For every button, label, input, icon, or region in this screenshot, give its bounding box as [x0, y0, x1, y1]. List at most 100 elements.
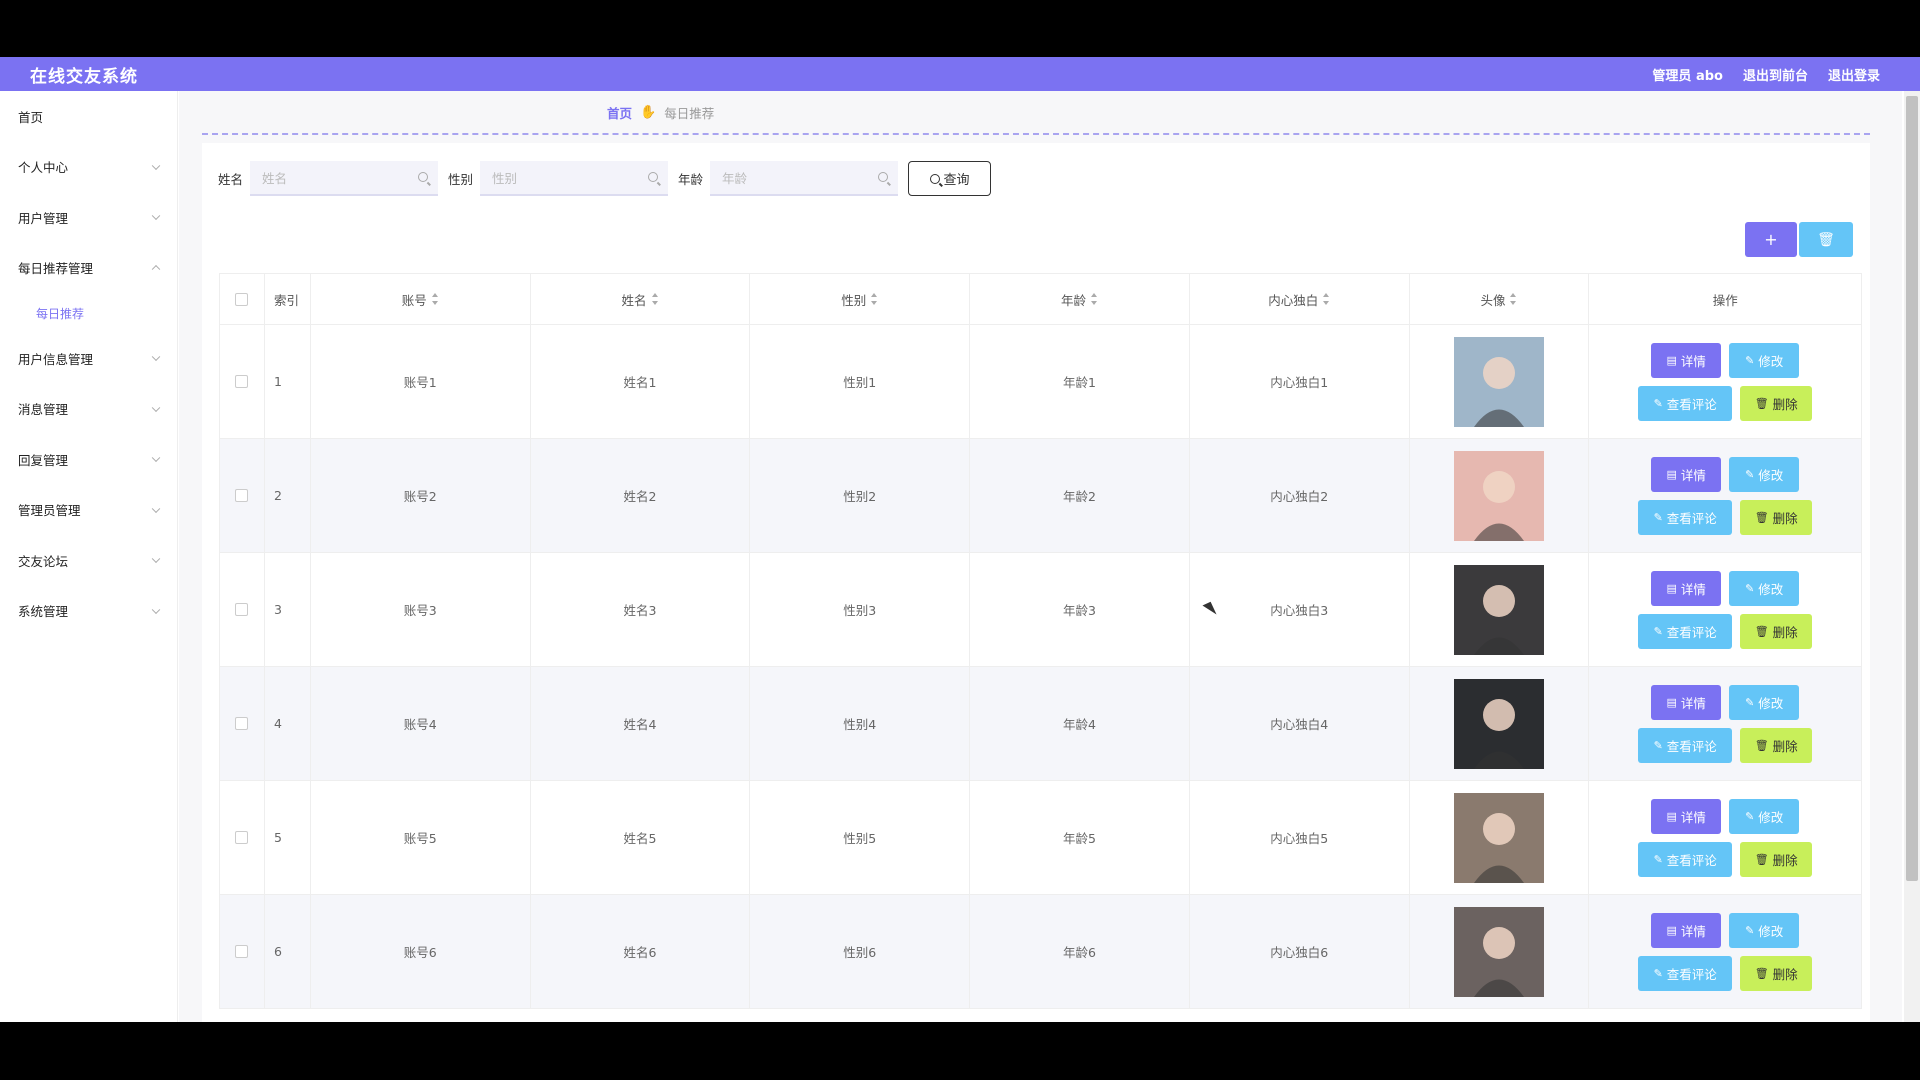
- sort-icon[interactable]: [1510, 293, 1517, 305]
- logout-link[interactable]: 退出登录: [1828, 65, 1880, 84]
- sidebar-item-personal[interactable]: 个人中心: [0, 142, 177, 193]
- header-actions: 操作: [1589, 274, 1861, 324]
- delete-button[interactable]: 🗑 删除: [1740, 499, 1813, 535]
- view-comments-button[interactable]: ✎ 查看评论: [1638, 385, 1733, 421]
- row-actions: ▤ 详情 ✎ 修改 ✎ 查看评论 🗑 删除: [1638, 798, 1813, 877]
- sidebar-item-system[interactable]: 系统管理: [0, 586, 177, 637]
- trash-icon: 🗑: [1754, 396, 1769, 410]
- sort-icon[interactable]: [431, 293, 439, 305]
- edit-button[interactable]: ✎ 修改: [1729, 798, 1800, 834]
- query-button[interactable]: 查询: [908, 161, 992, 196]
- header-account[interactable]: 账号: [311, 274, 531, 324]
- edit-button[interactable]: ✎ 修改: [1729, 570, 1800, 606]
- detail-button[interactable]: ▤ 详情: [1651, 798, 1722, 834]
- breadcrumb-home[interactable]: 首页: [607, 103, 632, 122]
- age-search-input[interactable]: 年龄: [710, 161, 899, 196]
- recommend-table: 索引 账号 姓名 性别 年龄 内心独白 头像 操作 1 账号1 姓名1 性别1 …: [219, 273, 1862, 1009]
- add-button[interactable]: +: [1745, 222, 1797, 257]
- gender-search-input[interactable]: 性别: [480, 161, 669, 196]
- edit-button[interactable]: ✎ 修改: [1729, 456, 1800, 492]
- actions-cell: ▤ 详情 ✎ 修改 ✎ 查看评论 🗑 删除: [1589, 781, 1861, 894]
- sidebar-item-forum[interactable]: 交友论坛: [0, 535, 177, 586]
- avatar[interactable]: [1453, 336, 1544, 427]
- trash-icon: 🗑: [1754, 624, 1769, 638]
- header-avatar[interactable]: 头像: [1410, 274, 1590, 324]
- age-cell: 年龄5: [970, 781, 1190, 894]
- delete-button[interactable]: 🗑 删除: [1740, 385, 1813, 421]
- view-comments-button[interactable]: ✎ 查看评论: [1638, 955, 1733, 991]
- app-screen: 在线交友系统 管理员 abo 退出到前台 退出登录 首页 个人中心 用户管理 每…: [0, 57, 1920, 1022]
- sidebar-item-user-info[interactable]: 用户信息管理: [0, 333, 177, 384]
- sort-icon[interactable]: [651, 293, 659, 305]
- delete-button[interactable]: 🗑 删除: [1740, 613, 1813, 649]
- delete-button[interactable]: 🗑 删除: [1740, 727, 1813, 763]
- sort-icon[interactable]: [1323, 293, 1330, 305]
- delete-button[interactable]: 🗑 删除: [1740, 955, 1813, 991]
- detail-button[interactable]: ▤ 详情: [1651, 570, 1722, 606]
- avatar-photo: [1473, 812, 1524, 883]
- pencil-icon: ✎: [1653, 396, 1663, 410]
- header-age[interactable]: 年龄: [970, 274, 1190, 324]
- row-checkbox[interactable]: [235, 489, 249, 502]
- sidebar-item-replies[interactable]: 回复管理: [0, 434, 177, 485]
- delete-label: 删除: [1772, 852, 1798, 868]
- row-actions: ▤ 详情 ✎ 修改 ✎ 查看评论 🗑 删除: [1638, 684, 1813, 763]
- batch-delete-button[interactable]: 🗑: [1799, 222, 1853, 257]
- view-comments-button[interactable]: ✎ 查看评论: [1638, 613, 1733, 649]
- edit-button[interactable]: ✎ 修改: [1729, 342, 1800, 378]
- edit-label: 修改: [1758, 353, 1784, 369]
- header-gender[interactable]: 性别: [750, 274, 971, 324]
- sidebar-item-label: 每日推荐管理: [18, 261, 94, 277]
- row-checkbox[interactable]: [235, 831, 249, 844]
- row-checkbox[interactable]: [235, 603, 249, 616]
- detail-button[interactable]: ▤ 详情: [1651, 912, 1722, 948]
- age-placeholder: 年龄: [722, 171, 748, 186]
- avatar[interactable]: [1453, 564, 1544, 655]
- sidebar-item-admins[interactable]: 管理员管理: [0, 485, 177, 536]
- avatar[interactable]: [1453, 678, 1544, 769]
- view-comments-button[interactable]: ✎ 查看评论: [1638, 841, 1733, 877]
- header-name[interactable]: 姓名: [531, 274, 751, 324]
- detail-button[interactable]: ▤ 详情: [1651, 342, 1722, 378]
- sort-icon[interactable]: [871, 293, 878, 305]
- header-label: 索引: [273, 292, 299, 308]
- detail-button[interactable]: ▤ 详情: [1651, 456, 1722, 492]
- name-search-input[interactable]: 姓名: [250, 161, 439, 196]
- edit-button[interactable]: ✎ 修改: [1729, 684, 1800, 720]
- avatar[interactable]: [1453, 792, 1544, 883]
- scrollbar-thumb[interactable]: [1906, 96, 1918, 881]
- pencil-icon: ✎: [1745, 809, 1755, 823]
- row-actions: ▤ 详情 ✎ 修改 ✎ 查看评论 🗑 删除: [1638, 912, 1813, 991]
- delete-button[interactable]: 🗑 删除: [1740, 841, 1813, 877]
- admin-user-label[interactable]: 管理员 abo: [1652, 65, 1723, 84]
- avatar[interactable]: [1453, 906, 1544, 997]
- back-to-front-link[interactable]: 退出到前台: [1743, 65, 1808, 84]
- avatar[interactable]: [1453, 450, 1544, 541]
- pencil-icon: ✎: [1653, 852, 1663, 866]
- edit-button[interactable]: ✎ 修改: [1729, 912, 1800, 948]
- view-comments-button[interactable]: ✎ 查看评论: [1638, 727, 1733, 763]
- table-row: 4 账号4 姓名4 性别4 年龄4 内心独白4 ▤详情 ✎修改 ✎查看评论: [219, 667, 1862, 781]
- comment-label: 查看评论: [1666, 738, 1717, 754]
- page-scrollbar[interactable]: [1904, 91, 1920, 1022]
- sidebar-subitem-daily-recommend[interactable]: 每日推荐: [0, 293, 177, 333]
- header-monologue[interactable]: 内心独白: [1190, 274, 1410, 324]
- detail-button[interactable]: ▤ 详情: [1651, 684, 1722, 720]
- row-actions: ▤ 详情 ✎ 修改 ✎ 查看评论 🗑 删除: [1638, 342, 1813, 421]
- sidebar-item-daily-recommend[interactable]: 每日推荐管理: [0, 243, 177, 294]
- index-cell: 6: [265, 895, 311, 1008]
- sort-icon[interactable]: [1090, 293, 1098, 305]
- row-checkbox[interactable]: [235, 375, 249, 388]
- name-cell: 姓名4: [531, 667, 751, 780]
- select-all-checkbox[interactable]: [235, 292, 249, 306]
- header-label: 头像: [1480, 292, 1506, 308]
- sidebar-item-messages[interactable]: 消息管理: [0, 384, 177, 435]
- avatar-photo: [1473, 698, 1524, 769]
- view-comments-button[interactable]: ✎ 查看评论: [1638, 499, 1733, 535]
- delete-label: 删除: [1772, 738, 1798, 754]
- gender-cell: 性别4: [750, 667, 971, 780]
- row-checkbox[interactable]: [235, 945, 249, 958]
- sidebar-item-home[interactable]: 首页: [0, 91, 177, 142]
- row-checkbox[interactable]: [235, 717, 249, 730]
- sidebar-item-users[interactable]: 用户管理: [0, 192, 177, 243]
